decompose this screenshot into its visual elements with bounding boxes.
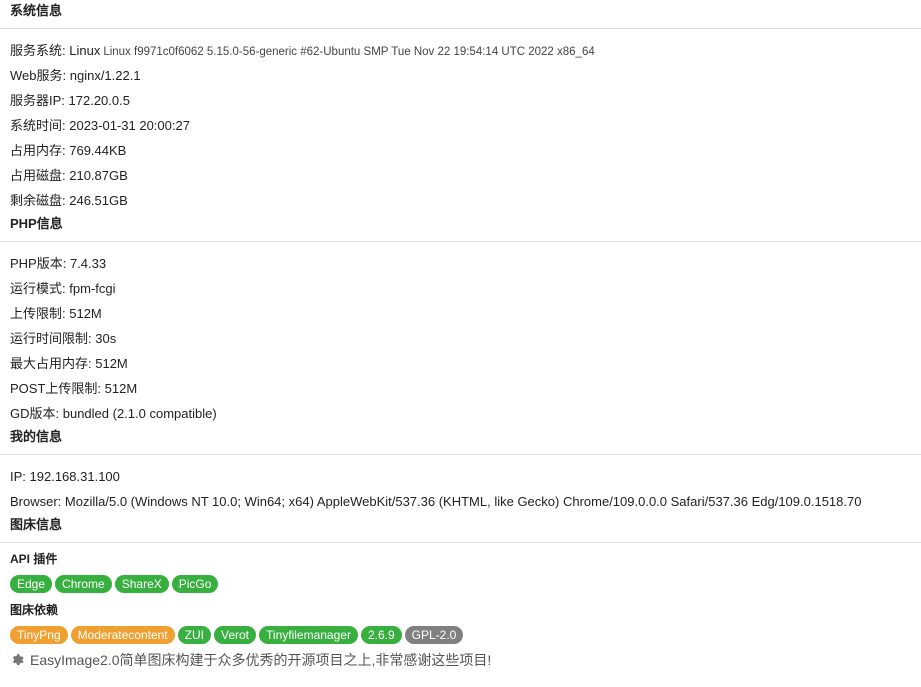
row-label: 服务系统: xyxy=(10,43,70,58)
row-value: fpm-fcgi xyxy=(69,281,116,296)
row-value: 769.44KB xyxy=(69,143,127,158)
row-value: 512M xyxy=(104,381,138,396)
info-row: IP: 192.168.31.100 xyxy=(10,464,921,489)
info-row: 上传限制: 512M xyxy=(10,301,921,326)
row-label: 剩余磁盘: xyxy=(10,193,70,208)
info-row: Web服务: nginx/1.22.1 xyxy=(10,63,921,88)
info-row: 剩余磁盘: 246.51GB xyxy=(10,188,921,213)
info-row: 最大占用内存: 512M xyxy=(10,351,921,376)
row-label: 服务器IP: xyxy=(10,93,69,108)
row-value: 172.20.0.5 xyxy=(68,93,130,108)
info-row: 运行时间限制: 30s xyxy=(10,326,921,351)
api-plugins-badges: Edge Chrome ShareX PicGo xyxy=(10,574,921,594)
row-label: PHP版本: xyxy=(10,256,70,271)
section-divider xyxy=(0,542,921,543)
row-value: Linux xyxy=(69,43,101,58)
badge-tinyfilemanager[interactable]: Tinyfilemanager xyxy=(259,626,358,644)
row-value: 246.51GB xyxy=(69,193,128,208)
row-value: nginx/1.22.1 xyxy=(69,68,141,83)
badge-moderatecontent[interactable]: Moderatecontent xyxy=(70,626,175,644)
badge-tinypng[interactable]: TinyPng xyxy=(10,626,68,644)
row-label: 运行时间限制: xyxy=(10,331,96,346)
info-row: GD版本: bundled (2.1.0 compatible) xyxy=(10,401,921,426)
section-divider xyxy=(0,28,921,29)
section-divider xyxy=(0,454,921,455)
row-value: 210.87GB xyxy=(69,168,128,183)
badge-verot[interactable]: Verot xyxy=(213,626,257,644)
row-value: 512M xyxy=(95,356,128,371)
info-row: 系统时间: 2023-01-31 20:00:27 xyxy=(10,113,921,138)
row-label: POST上传限制: xyxy=(10,381,105,396)
section-divider xyxy=(0,241,921,242)
row-value: 192.168.31.100 xyxy=(29,469,120,484)
row-value: 2023-01-31 20:00:27 xyxy=(69,118,190,133)
info-row: PHP版本: 7.4.33 xyxy=(10,251,921,276)
section-title-php: PHP信息 xyxy=(10,216,63,231)
badge-sharex[interactable]: ShareX xyxy=(114,575,169,593)
badge-license[interactable]: GPL-2.0 xyxy=(404,626,464,644)
gear-icon xyxy=(12,654,24,666)
section-title-mine: 我的信息 xyxy=(10,429,63,444)
row-value: bundled (2.1.0 compatible) xyxy=(62,406,217,421)
badge-version[interactable]: 2.6.9 xyxy=(360,626,402,644)
info-row: POST上传限制: 512M xyxy=(10,376,921,401)
row-value: 7.4.33 xyxy=(69,256,107,271)
row-label: GD版本: xyxy=(10,406,63,421)
row-label: 系统时间: xyxy=(10,118,70,133)
section-title-system: 系统信息 xyxy=(10,3,63,18)
badge-edge[interactable]: Edge xyxy=(10,575,53,593)
info-row-os: 服务系统: Linux Linux f9971c0f6062 5.15.0-56-… xyxy=(10,38,921,63)
info-row: 运行模式: fpm-fcgi xyxy=(10,276,921,301)
info-row: 占用内存: 769.44KB xyxy=(10,138,921,163)
row-label: 占用磁盘: xyxy=(10,168,70,183)
os-detail: Linux f9971c0f6062 5.15.0-56-generic #62… xyxy=(103,46,595,58)
badge-chrome[interactable]: Chrome xyxy=(55,575,112,593)
footer-text: EasyImage2.0简单图床构建于众多优秀的开源项目之上,非常感谢这些项目! xyxy=(30,652,492,668)
row-label: Web服务: xyxy=(10,68,70,83)
row-label: 占用内存: xyxy=(10,143,70,158)
api-plugins-title: API 插件 xyxy=(10,552,58,566)
info-row: 服务器IP: 172.20.0.5 xyxy=(10,88,921,113)
dependencies-title: 图床依赖 xyxy=(10,603,59,617)
row-value: Mozilla/5.0 (Windows NT 10.0; Win64; x64… xyxy=(64,494,862,509)
row-label: 运行模式: xyxy=(10,281,70,296)
row-label: IP: xyxy=(10,469,30,484)
row-label: 上传限制: xyxy=(10,306,70,321)
row-label: 最大占用内存: xyxy=(10,356,96,371)
row-label: Browser: xyxy=(10,494,65,509)
section-title-bed: 图床信息 xyxy=(10,517,63,532)
row-value: 512M xyxy=(69,306,102,321)
badge-picgo[interactable]: PicGo xyxy=(171,575,219,593)
row-value: 30s xyxy=(95,331,117,346)
info-row: Browser: Mozilla/5.0 (Windows NT 10.0; W… xyxy=(10,489,921,514)
info-row: 占用磁盘: 210.87GB xyxy=(10,163,921,188)
footer-thanks: EasyImage2.0简单图床构建于众多优秀的开源项目之上,非常感谢这些项目! xyxy=(10,650,921,670)
badge-zui[interactable]: ZUI xyxy=(177,626,211,644)
dependencies-badges: TinyPng Moderatecontent ZUI Verot Tinyfi… xyxy=(10,625,921,645)
